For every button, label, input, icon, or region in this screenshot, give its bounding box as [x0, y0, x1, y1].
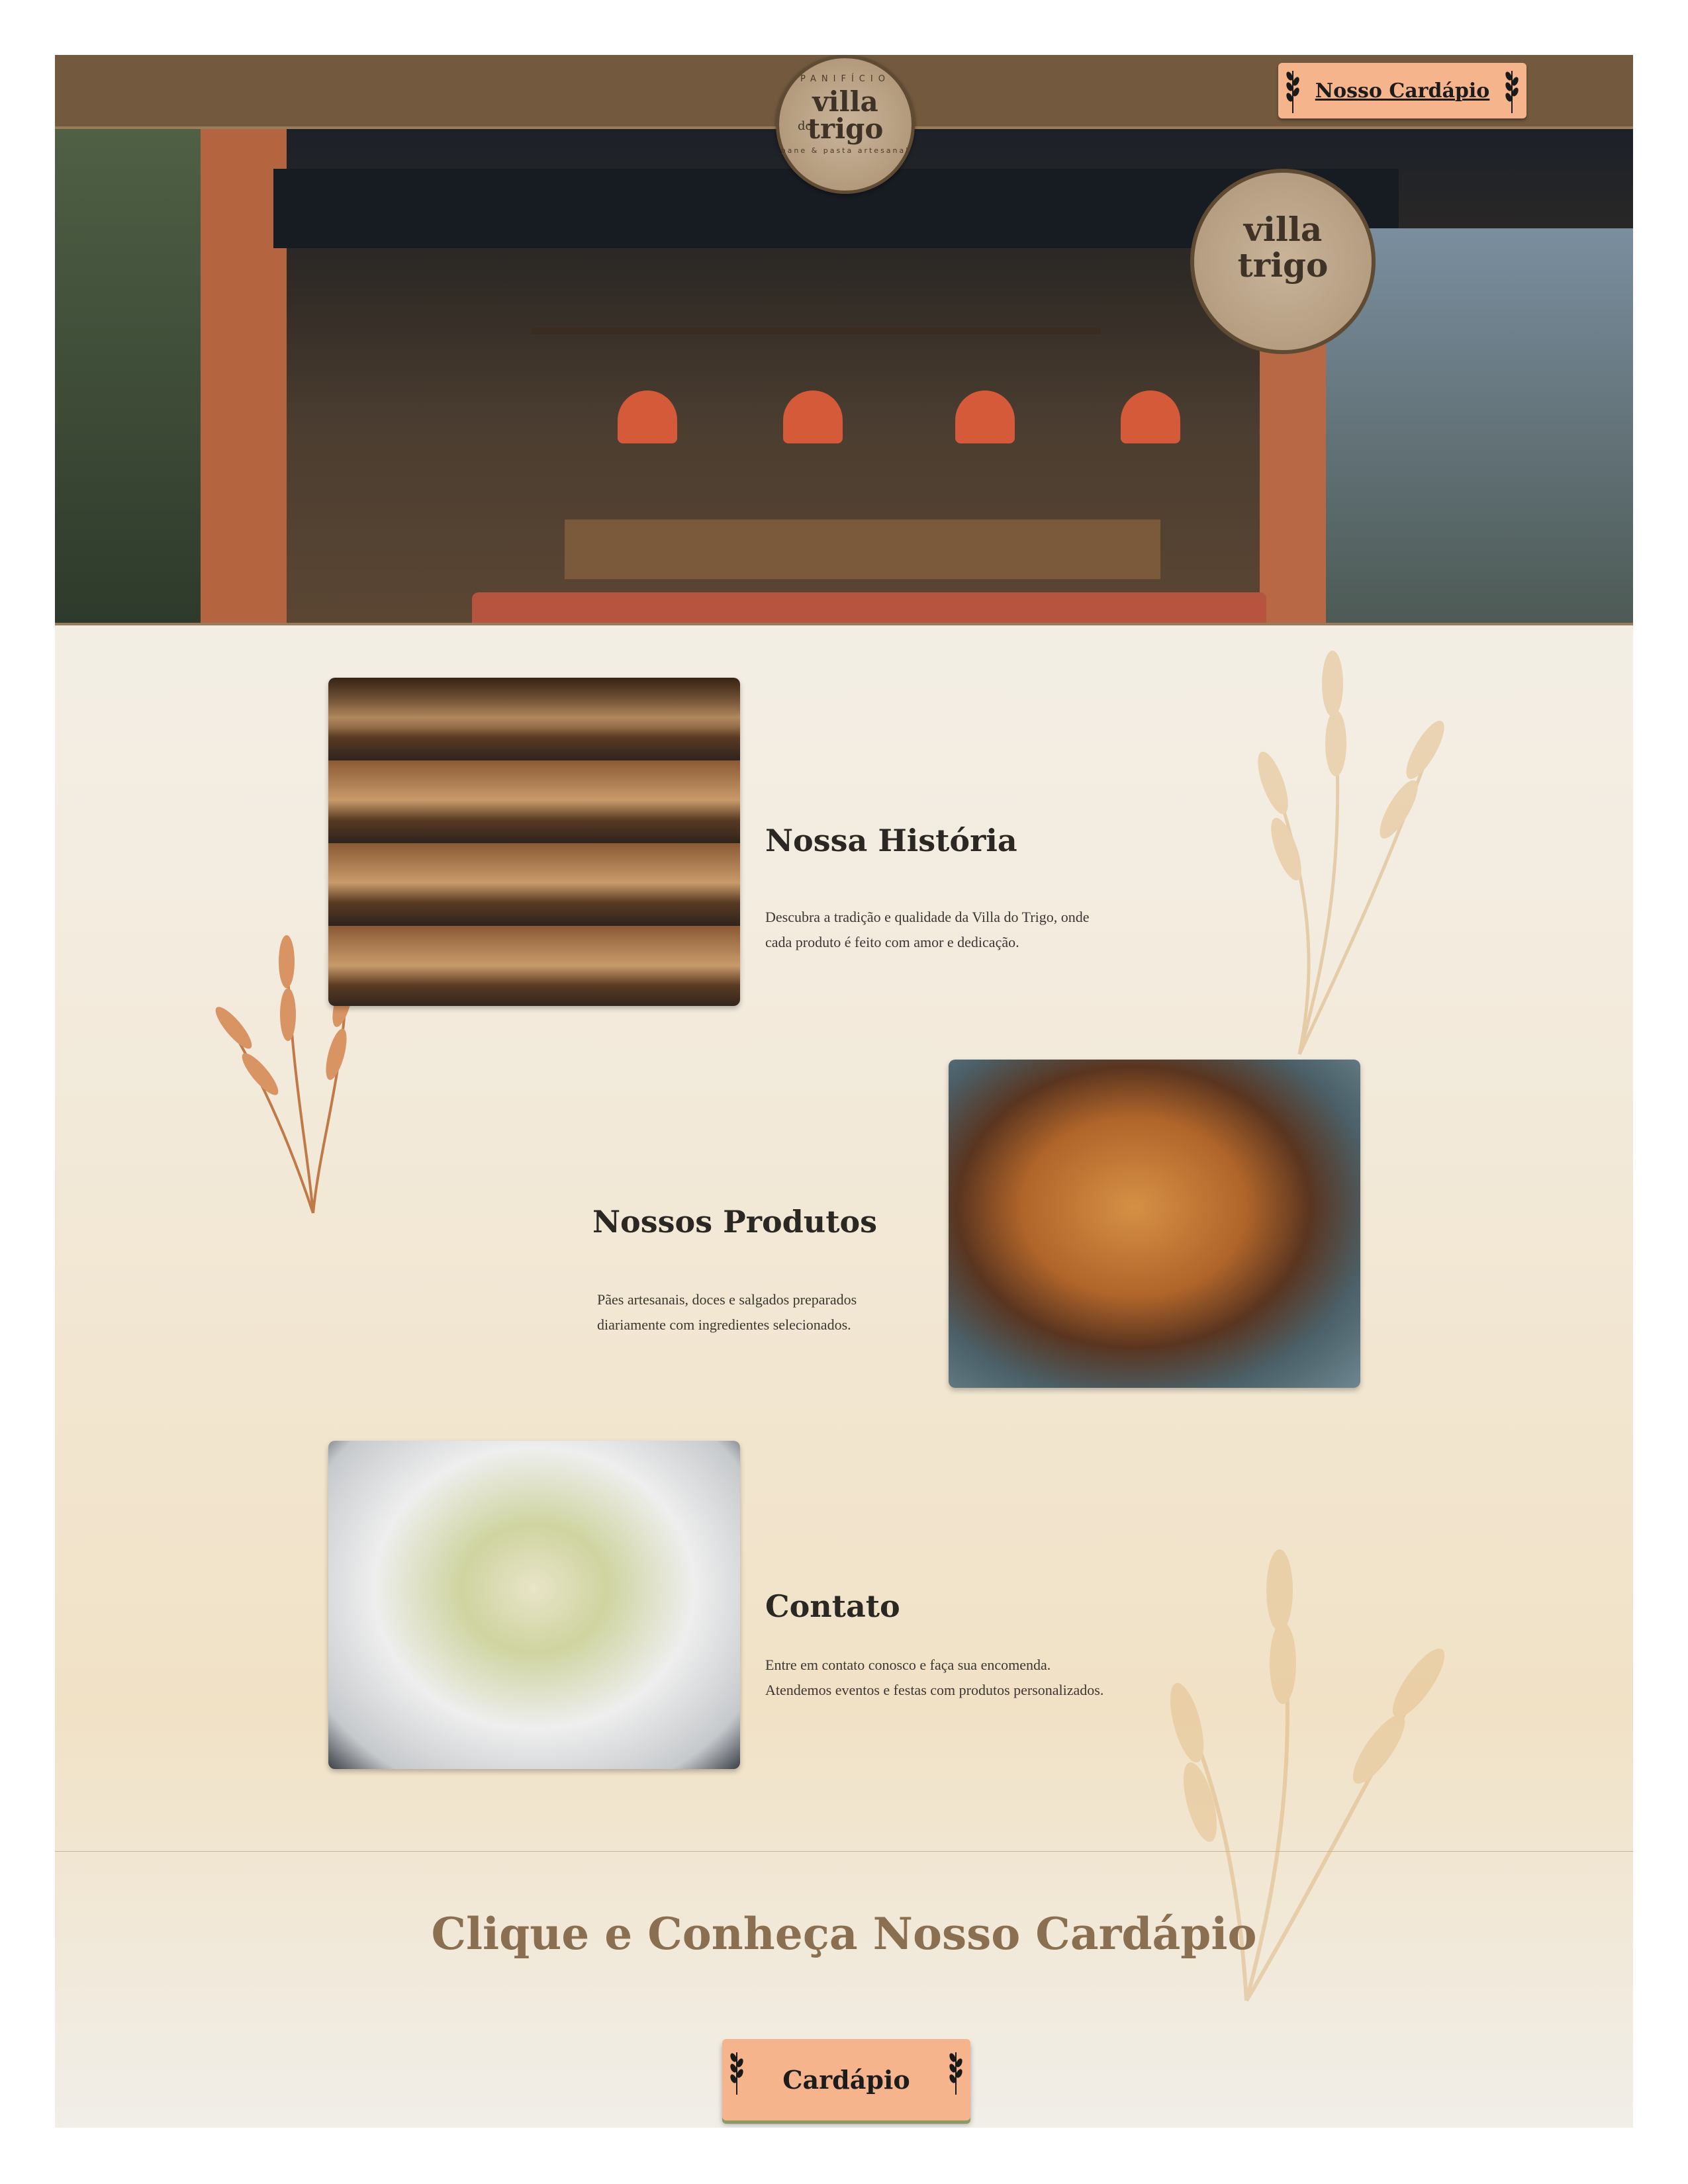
- croissant-photo: [949, 1060, 1360, 1388]
- food-dish-photo: [328, 1441, 740, 1769]
- section-text-produtos: Pães artesanais, doces e salgados prepar…: [597, 1291, 857, 1333]
- logo[interactable]: PANIFÍCIO villa do trigo pane & pasta ar…: [776, 55, 915, 194]
- logo-top-text: PANIFÍCIO: [800, 74, 890, 84]
- wheat-icon: [1286, 71, 1299, 113]
- wheat-icon: [730, 2052, 743, 2095]
- nosso-cardapio-button[interactable]: Nosso Cardápio: [1278, 63, 1526, 118]
- storefront-sign: villa trigo: [1190, 169, 1376, 354]
- wheat-icon: [1505, 71, 1519, 113]
- cta-title: Clique e Conheça Nosso Cardápio: [431, 1908, 1257, 1960]
- cardapio-button-label: Cardápio: [782, 2065, 910, 2095]
- nosso-cardapio-label: Nosso Cardápio: [1315, 79, 1490, 103]
- sign-villa: villa: [1243, 210, 1323, 249]
- section-title-contato: Contato: [765, 1588, 900, 1624]
- cardapio-button[interactable]: Cardápio: [722, 2039, 970, 2120]
- storefront-hero-image: villa trigo: [55, 129, 1633, 624]
- section-title-historia: Nossa História: [765, 823, 1017, 858]
- logo-do: do: [798, 119, 813, 133]
- section-text-historia: Descubra a tradição e qualidade da Villa…: [765, 909, 1090, 950]
- logo-tagline: pane & pasta artesanal: [780, 146, 910, 155]
- bread-shelf-photo: [328, 678, 740, 1006]
- section-text-contato: Entre em contato conosco e faça sua enco…: [765, 1657, 1104, 1698]
- wheat-icon: [949, 2052, 962, 2095]
- wheat-decoration-icon: [1258, 651, 1444, 1056]
- logo-villa: villa: [812, 85, 878, 118]
- section-title-produtos: Nossos Produtos: [592, 1204, 878, 1240]
- page: Nosso Cardápio PANIFÍCIO villa do trigo …: [55, 55, 1633, 2128]
- sign-trigo: trigo: [1237, 246, 1329, 285]
